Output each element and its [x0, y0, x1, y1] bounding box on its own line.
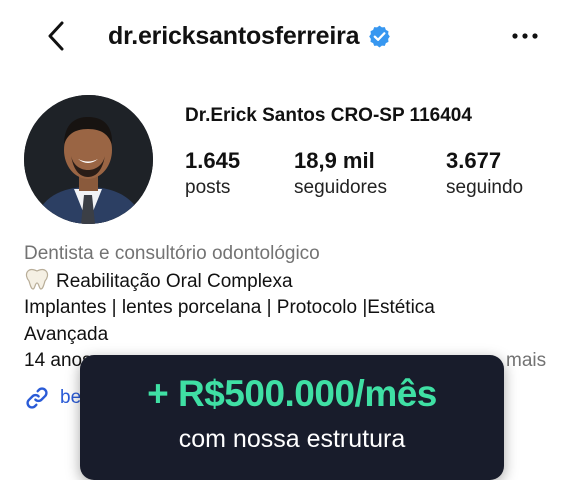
- stat-followers-label: seguidores: [294, 177, 387, 198]
- promo-overlay: + R$500.000/mês com nossa estrutura: [80, 355, 504, 480]
- bio-more-link[interactable]: mais: [506, 348, 546, 375]
- verified-badge-icon: [369, 25, 391, 47]
- bio-link[interactable]: be: [24, 383, 81, 413]
- stat-followers[interactable]: 18,9 mil seguidores: [294, 147, 387, 201]
- avatar[interactable]: [24, 95, 153, 224]
- bio-line-1: Reabilitação Oral Complexa: [24, 268, 564, 296]
- stat-posts-label: posts: [185, 177, 231, 198]
- bio-line-2: Implantes | lentes porcelana | Protocolo…: [24, 297, 435, 318]
- more-horizontal-icon: [512, 33, 538, 39]
- profile-name: Dr.Erick Santos CRO-SP 116404: [185, 105, 472, 126]
- bio-category: Dentista e consultório odontológico: [24, 243, 320, 264]
- stat-followers-value: 18,9 mil: [294, 148, 375, 173]
- bio-link-text: be: [60, 387, 82, 408]
- stat-following-value: 3.677: [446, 148, 502, 173]
- profile-handle-group[interactable]: dr.ericksantosferreira: [108, 18, 392, 54]
- stat-following-label: seguindo: [446, 177, 524, 198]
- bio-line-1-text: Reabilitação Oral Complexa: [56, 270, 293, 292]
- stat-posts-value: 1.645: [185, 148, 241, 173]
- more-options-button[interactable]: [509, 22, 541, 50]
- profile-handle: dr.ericksantosferreira: [108, 21, 360, 50]
- profile-photo: [24, 95, 153, 224]
- link-icon: [26, 387, 48, 409]
- back-button[interactable]: [42, 18, 72, 54]
- tooth-icon: [25, 268, 49, 290]
- chevron-left-icon: [48, 21, 64, 51]
- stat-posts[interactable]: 1.645 posts: [185, 147, 240, 201]
- promo-subtitle: com nossa estrutura: [178, 425, 406, 453]
- stat-following[interactable]: 3.677 seguindo: [446, 147, 523, 201]
- top-bar: dr.ericksantosferreira: [0, 0, 585, 72]
- promo-title: + R$500.000/mês: [147, 373, 437, 414]
- bio-line-3: Avançada: [24, 323, 109, 345]
